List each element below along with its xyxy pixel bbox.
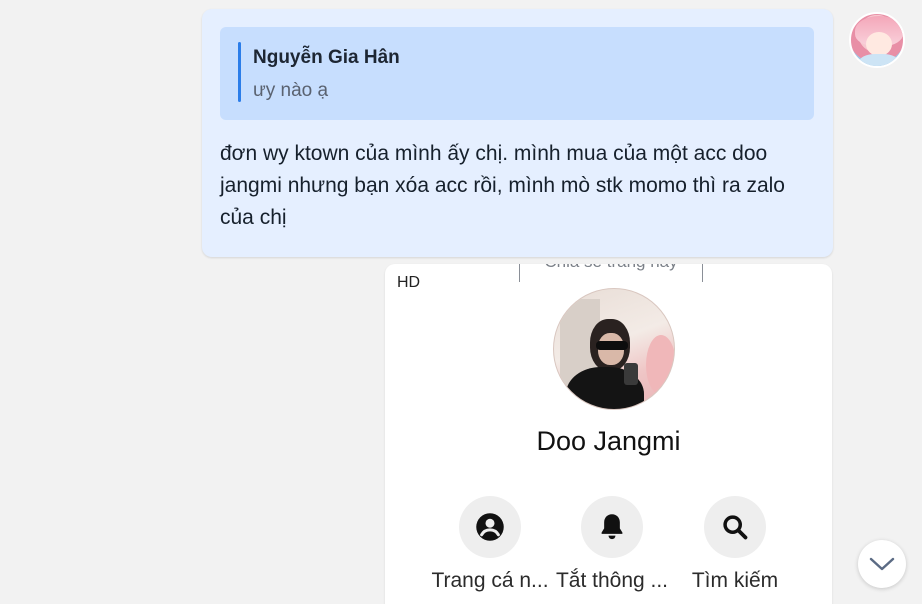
chevron-down-icon (869, 557, 895, 571)
quote-bar (238, 42, 241, 102)
message-bubble[interactable]: Nguyễn Gia Hân ưy nào ạ đơn wy ktown của… (202, 9, 833, 257)
profile-actions: Trang cá n... Tắt thông ... Tìm kiếm (385, 496, 832, 604)
message-text: đơn wy ktown của mình ấy chị. mình mua c… (220, 142, 785, 229)
chat-view: Nguyễn Gia Hân ưy nào ạ đơn wy ktown của… (0, 0, 922, 604)
profile-page-button[interactable]: Trang cá n... (429, 496, 551, 593)
profile-photo (553, 288, 675, 410)
quote-text: ưy nào ạ (253, 80, 329, 101)
search-button[interactable]: Tìm kiếm (674, 496, 796, 593)
profile-icon[interactable] (459, 496, 521, 558)
hd-badge: HD (397, 274, 421, 291)
sender-avatar[interactable] (849, 12, 905, 68)
share-page-label: Chia sẻ trang này (544, 264, 677, 272)
profile-name: Doo Jangmi (536, 426, 681, 456)
search-icon[interactable] (704, 496, 766, 558)
mute-notifications-label: Tắt thông ... (555, 569, 669, 592)
avatar-cloth (859, 54, 899, 66)
quoted-message[interactable]: Nguyễn Gia Hân ưy nào ạ (220, 27, 814, 120)
profile-page-label: Trang cá n... (431, 569, 549, 592)
quote-author: Nguyễn Gia Hân (253, 47, 400, 68)
mute-notifications-button[interactable]: Tắt thông ... (551, 496, 673, 593)
search-label: Tìm kiếm (691, 569, 779, 592)
bell-icon[interactable] (581, 496, 643, 558)
link-preview-card[interactable]: HD Chia sẻ trang này Doo Jangmi (385, 264, 832, 604)
share-page-banner: Chia sẻ trang này (519, 264, 703, 282)
scroll-to-bottom-button[interactable] (858, 540, 906, 588)
photo-phone (624, 363, 638, 385)
photo-balloon (646, 335, 674, 395)
photo-sunglasses (596, 341, 628, 350)
avatar-face (866, 32, 892, 56)
